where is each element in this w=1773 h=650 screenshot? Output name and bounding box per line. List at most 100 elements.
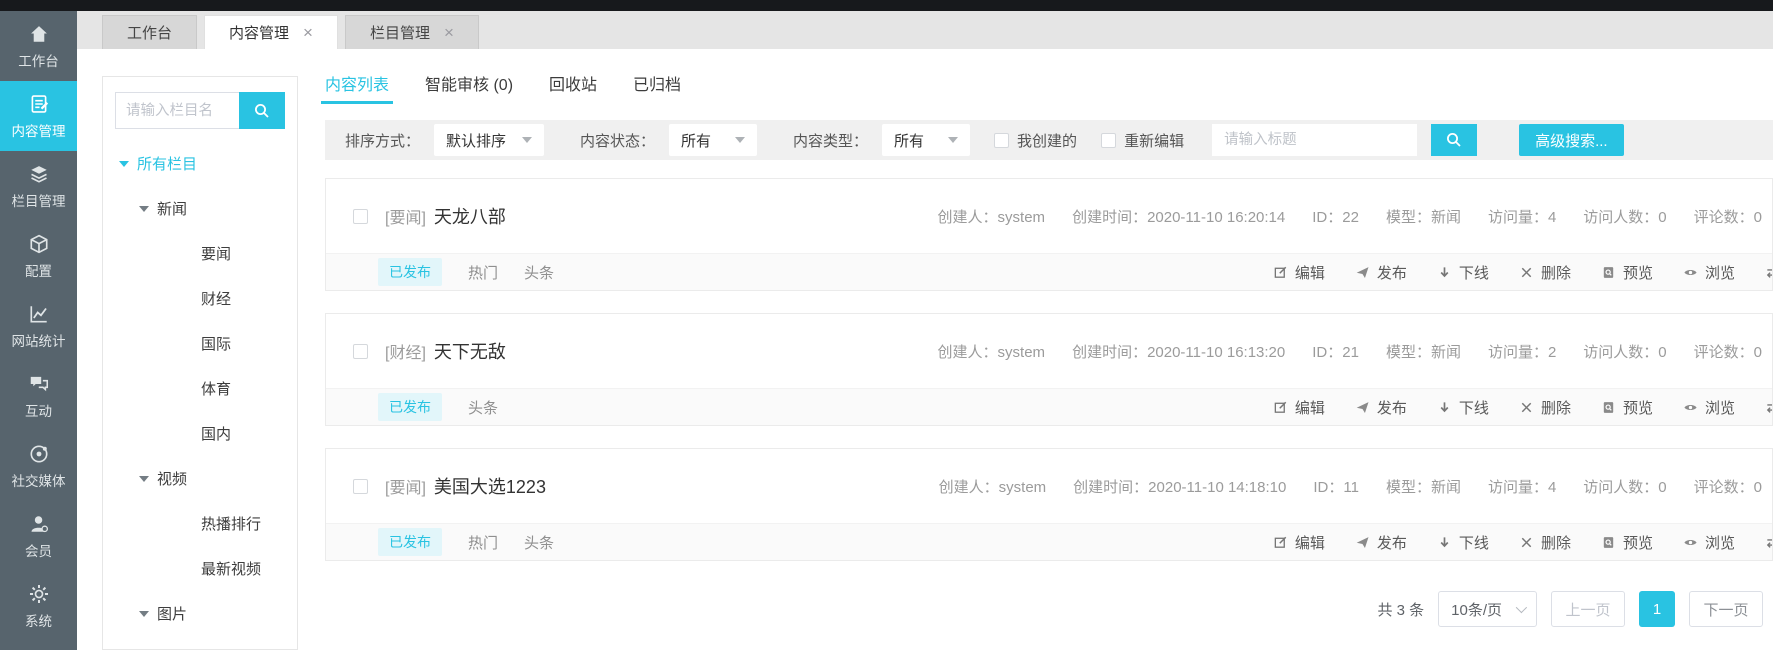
row-meta: 创建人：system 创建时间：2020-11-10 14:18:10 ID：1… [938, 476, 1772, 497]
tree-item-domestic[interactable]: 国内 [115, 411, 285, 456]
delete-action[interactable]: 删除 [1519, 262, 1571, 283]
offline-action[interactable]: 下线 [1437, 397, 1489, 418]
close-icon[interactable]: × [303, 24, 313, 41]
sidebar-item-members[interactable]: 会员 [0, 501, 77, 571]
edit-action[interactable]: 编辑 [1273, 532, 1325, 553]
tab-archived[interactable]: 已归档 [633, 71, 681, 104]
sort-select[interactable]: 默认排序 [434, 124, 545, 156]
title-search-button[interactable] [1431, 124, 1478, 156]
advanced-search-button[interactable]: 高级搜索... [1519, 124, 1624, 156]
sidebar-item-stats[interactable]: 网站统计 [0, 291, 77, 361]
tree-item-video[interactable]: 视频 [115, 456, 285, 501]
tab-recycle-bin[interactable]: 回收站 [549, 71, 597, 104]
edit-action[interactable]: 编辑 [1273, 397, 1325, 418]
sidebar-item-interact[interactable]: 互动 [0, 361, 77, 431]
preview-action[interactable]: 预览 [1601, 262, 1653, 283]
sidebar-item-label: 社交媒体 [11, 473, 66, 489]
prev-page-button[interactable]: 上一页 [1551, 591, 1625, 627]
tree-item-finance[interactable]: 财经 [115, 276, 285, 321]
row-creator: 创建人：system [938, 478, 1047, 496]
delete-action[interactable]: 删除 [1519, 532, 1571, 553]
caret-down-icon[interactable] [119, 160, 129, 167]
created-by-me-checkbox[interactable]: 我创建的 [994, 130, 1077, 151]
status-select[interactable]: 所有 [669, 124, 758, 156]
publish-action[interactable]: 发布 [1355, 532, 1407, 553]
row-actions: 编辑 发布 下线 删除 预览 浏览 移 [1273, 262, 1772, 283]
row-category: [要闻] [385, 210, 426, 227]
row-model: 模型：新闻 [1385, 343, 1461, 361]
window-tab-workbench[interactable]: 工作台 [102, 15, 198, 49]
checkbox-icon[interactable] [1101, 132, 1117, 148]
row-title[interactable]: 天龙八部 [434, 203, 506, 229]
tree-item-pictures[interactable]: 图片 [115, 591, 285, 636]
publish-icon [1356, 266, 1369, 278]
tree-item-latest-video[interactable]: 最新视频 [115, 546, 285, 591]
sidebar-item-content[interactable]: 内容管理 [0, 81, 77, 151]
browse-action[interactable]: 浏览 [1683, 397, 1735, 418]
publish-action[interactable]: 发布 [1355, 397, 1407, 418]
row-visitors: 访问人数：0 [1583, 208, 1667, 226]
browse-action[interactable]: 浏览 [1683, 262, 1735, 283]
tag-headline: 头条 [524, 264, 555, 282]
column-tree-panel: 所有栏目 新闻 要闻 财经 国际 体育 国内 视频 热播排行 最新视频 图片 时… [102, 76, 298, 650]
offline-action[interactable]: 下线 [1437, 532, 1489, 553]
move-action[interactable]: 移 [1765, 397, 1772, 418]
preview-action[interactable]: 预览 [1601, 397, 1653, 418]
row-title[interactable]: 天下无敌 [434, 338, 506, 364]
content-row: [财经] 天下无敌 创建人：system 创建时间：2020-11-10 16:… [325, 313, 1773, 426]
window-tab-columns[interactable]: 栏目管理 × [344, 15, 479, 49]
delete-action[interactable]: 删除 [1519, 397, 1571, 418]
content-panel: 内容列表 智能审核 (0) 回收站 已归档 排序方式： 默认排序 内容状态： 所… [298, 49, 1773, 650]
chart-icon [29, 305, 47, 323]
sidebar-item-system[interactable]: 系统 [0, 571, 77, 641]
tree-item-headlines[interactable]: 要闻 [115, 231, 285, 276]
title-search-input[interactable] [1212, 124, 1418, 156]
tab-content-list[interactable]: 内容列表 [320, 71, 394, 104]
move-action[interactable]: 移 [1765, 262, 1772, 283]
offline-icon [1440, 536, 1449, 547]
tag-hot: 热门 [468, 264, 499, 282]
caret-down-icon[interactable] [139, 475, 149, 482]
sidebar-item-label: 系统 [25, 613, 52, 629]
column-search-button[interactable] [239, 92, 285, 129]
tree-item-all-columns[interactable]: 所有栏目 [115, 141, 285, 186]
row-checkbox[interactable] [353, 343, 368, 359]
next-page-button[interactable]: 下一页 [1689, 591, 1763, 627]
sidebar-item-workbench[interactable]: 工作台 [0, 11, 77, 81]
browse-action[interactable]: 浏览 [1683, 532, 1735, 553]
row-actions: 编辑 发布 下线 删除 预览 浏览 移 [1273, 397, 1772, 418]
move-action[interactable]: 移 [1765, 532, 1772, 553]
column-search-input[interactable] [115, 92, 239, 129]
sidebar-item-columns[interactable]: 栏目管理 [0, 151, 77, 221]
window-tab-content[interactable]: 内容管理 × [204, 15, 338, 49]
tab-smart-review[interactable]: 智能审核 (0) [425, 71, 513, 104]
preview-action[interactable]: 预览 [1601, 532, 1653, 553]
type-select[interactable]: 所有 [882, 124, 971, 156]
sidebar-item-social[interactable]: 社交媒体 [0, 431, 77, 501]
caret-down-icon[interactable] [139, 610, 149, 617]
tree-item-sports[interactable]: 体育 [115, 366, 285, 411]
row-id: ID：11 [1313, 478, 1359, 496]
row-checkbox[interactable] [353, 478, 368, 494]
gear-icon [29, 584, 48, 603]
sidebar-item-config[interactable]: 配置 [0, 221, 77, 291]
tree-item-hot-rank[interactable]: 热播排行 [115, 501, 285, 546]
caret-down-icon[interactable] [139, 205, 149, 212]
offline-action[interactable]: 下线 [1437, 262, 1489, 283]
offline-icon [1440, 401, 1449, 412]
tree-item-current-events[interactable]: 时事速递 [115, 636, 285, 649]
publish-action[interactable]: 发布 [1355, 262, 1407, 283]
re-edit-checkbox[interactable]: 重新编辑 [1101, 130, 1184, 151]
tree-item-news[interactable]: 新闻 [115, 186, 285, 231]
page-size-select[interactable]: 10条/页 [1438, 591, 1537, 627]
sidebar-item-label: 栏目管理 [11, 193, 66, 209]
tree-item-international[interactable]: 国际 [115, 321, 285, 366]
edit-action[interactable]: 编辑 [1273, 262, 1325, 283]
checkbox-icon[interactable] [994, 132, 1010, 148]
delete-icon [1521, 537, 1532, 547]
row-title[interactable]: 美国大选1223 [434, 473, 546, 499]
sidebar-item-label: 网站统计 [11, 333, 66, 349]
close-icon[interactable]: × [444, 24, 454, 41]
page-number-button[interactable]: 1 [1639, 591, 1675, 627]
row-checkbox[interactable] [353, 208, 368, 224]
